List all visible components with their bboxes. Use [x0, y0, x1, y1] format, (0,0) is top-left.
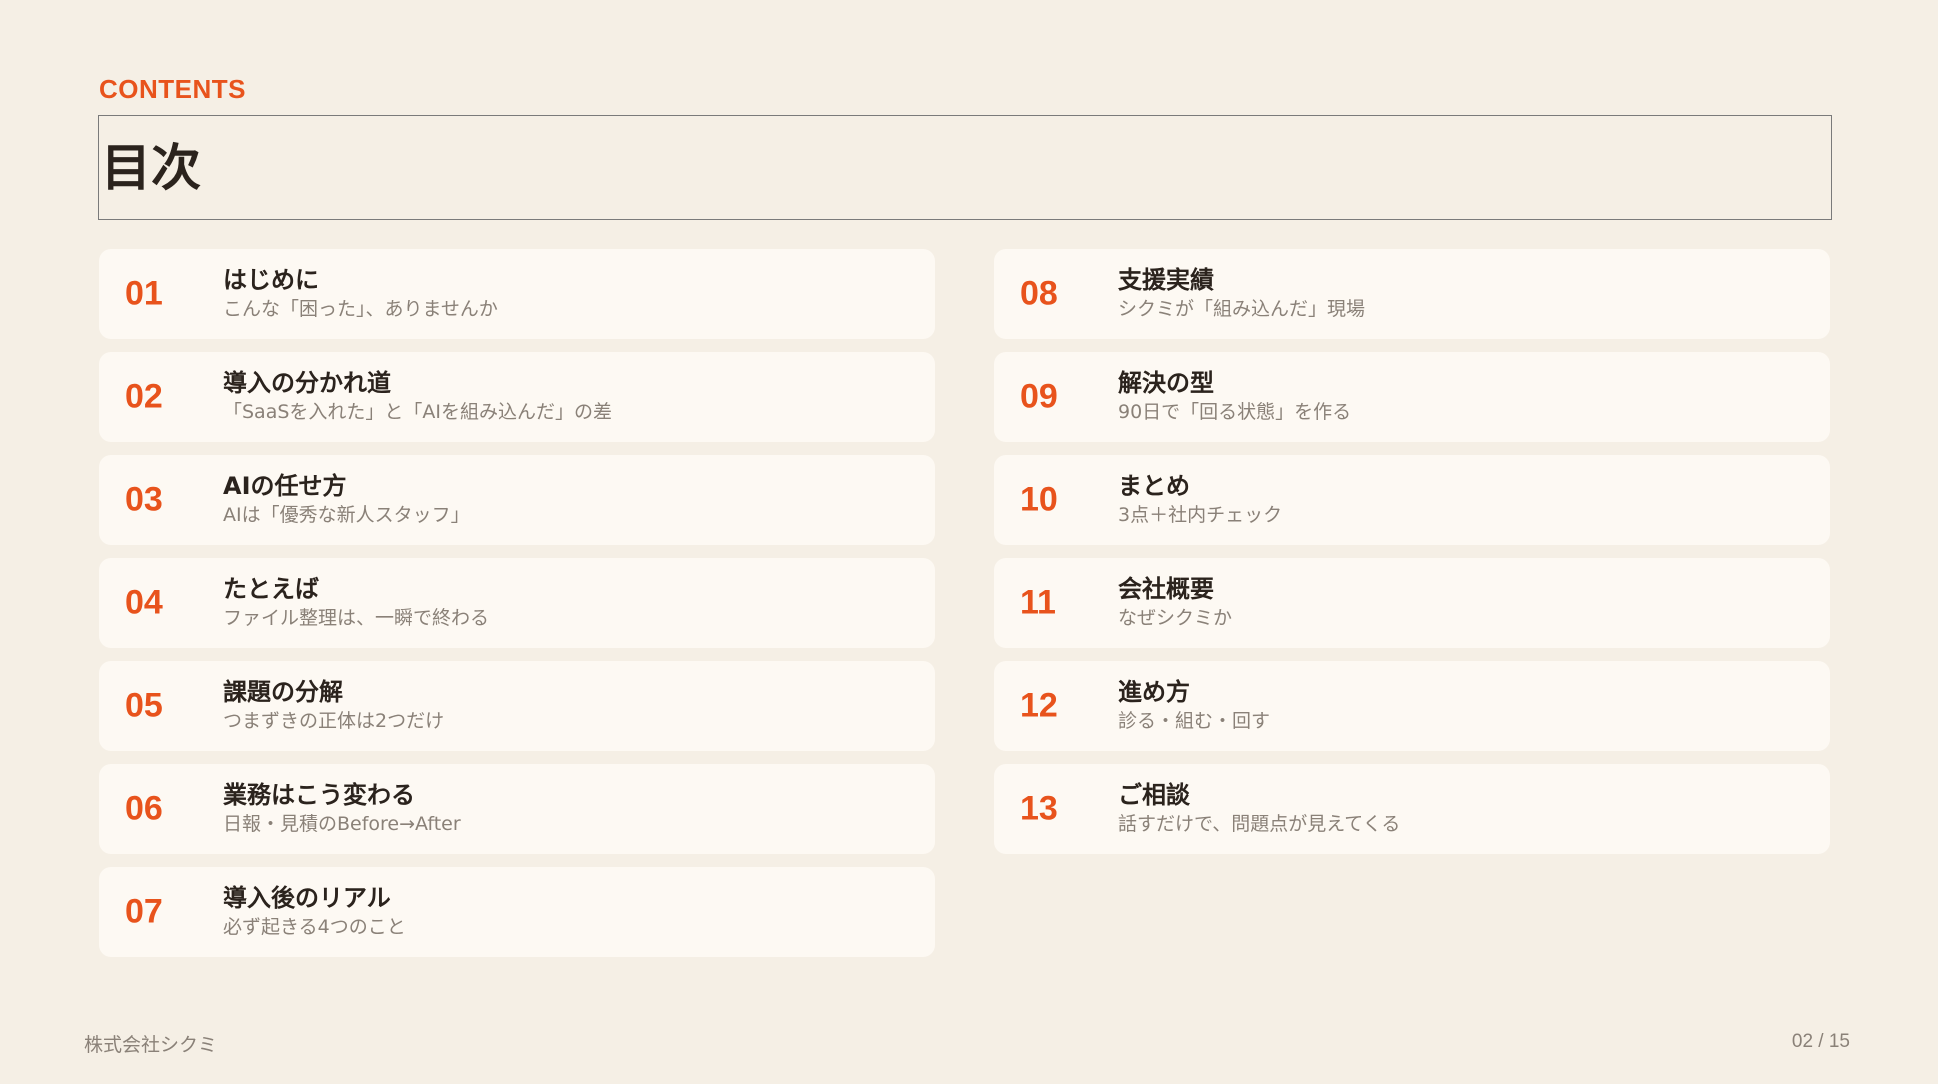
toc-item[interactable]: 04 たとえば ファイル整理は、一瞬で終わる	[99, 558, 935, 648]
toc-item-number: 01	[125, 274, 163, 313]
toc-item[interactable]: 09 解決の型 90日で「回る状態」を作る	[994, 352, 1830, 442]
toc-item-description: ファイル整理は、一瞬で終わる	[223, 607, 490, 629]
toc-item[interactable]: 03 AIの任せ方 AIは「優秀な新人スタッフ」	[99, 455, 935, 545]
toc-item-number: 04	[125, 583, 163, 622]
toc-item[interactable]: 02 導入の分かれ道 「SaaSを入れた」と「AIを組み込んだ」の差	[99, 352, 935, 442]
toc-item-title: 進め方	[1118, 678, 1190, 706]
toc-item-number: 06	[125, 789, 163, 828]
page-title: 目次	[101, 138, 201, 197]
toc-item-title: 導入の分かれ道	[223, 369, 391, 397]
toc-item-description: AIは「優秀な新人スタッフ」	[223, 504, 470, 526]
toc-item[interactable]: 06 業務はこう変わる 日報・見積のBefore→After	[99, 764, 935, 854]
toc-item-title: はじめに	[223, 266, 319, 294]
toc-item-description: 診る・組む・回す	[1118, 710, 1271, 732]
toc-item[interactable]: 13 ご相談 話すだけで、問題点が見えてくる	[994, 764, 1830, 854]
toc-item-number: 02	[125, 377, 163, 416]
toc-item-title: 会社概要	[1118, 575, 1214, 603]
toc-item-title: 業務はこう変わる	[223, 781, 415, 809]
toc-item-description: 90日で「回る状態」を作る	[1118, 401, 1352, 423]
toc-item-description: 3点＋社内チェック	[1118, 504, 1283, 526]
footer-company: 株式会社シクミ	[84, 1034, 218, 1056]
toc-item-number: 09	[1020, 377, 1058, 416]
toc-item-description: 「SaaSを入れた」と「AIを組み込んだ」の差	[223, 401, 613, 423]
toc-item[interactable]: 12 進め方 診る・組む・回す	[994, 661, 1830, 751]
toc-item-title: まとめ	[1118, 472, 1190, 500]
toc-item-title: 解決の型	[1118, 369, 1214, 397]
toc-item[interactable]: 11 会社概要 なぜシクミか	[994, 558, 1830, 648]
toc-item-number: 11	[1020, 583, 1056, 622]
toc-item-number: 03	[125, 480, 163, 519]
toc-item-description: シクミが「組み込んだ」現場	[1118, 298, 1366, 320]
toc-item-number: 10	[1020, 480, 1058, 519]
toc-column-left: 01 はじめに こんな「困った」、ありませんか 02 導入の分かれ道 「SaaS…	[99, 249, 935, 957]
title-box[interactable]: 目次	[98, 115, 1832, 220]
toc-item[interactable]: 08 支援実績 シクミが「組み込んだ」現場	[994, 249, 1830, 339]
toc-item-title: 支援実績	[1118, 266, 1214, 294]
toc-item-description: 日報・見積のBefore→After	[223, 813, 461, 835]
toc-item-number: 12	[1020, 686, 1058, 725]
toc-item-title: 課題の分解	[223, 678, 343, 706]
toc-item-title: ご相談	[1118, 781, 1190, 809]
toc-item-number: 05	[125, 686, 163, 725]
toc-item-number: 13	[1020, 789, 1058, 828]
toc-column-right: 08 支援実績 シクミが「組み込んだ」現場 09 解決の型 90日で「回る状態」…	[994, 249, 1830, 854]
toc-item[interactable]: 10 まとめ 3点＋社内チェック	[994, 455, 1830, 545]
toc-item-description: なぜシクミか	[1118, 607, 1233, 629]
toc-item-description: こんな「困った」、ありませんか	[223, 298, 498, 320]
toc-item-title: 導入後のリアル	[223, 884, 391, 912]
toc-item-description: 話すだけで、問題点が見えてくる	[1118, 813, 1401, 835]
toc-item-title: たとえば	[223, 575, 319, 603]
toc-item[interactable]: 01 はじめに こんな「困った」、ありませんか	[99, 249, 935, 339]
page-number: 02 / 15	[1791, 1031, 1850, 1052]
toc-item-number: 07	[125, 892, 163, 931]
toc-item-description: つまずきの正体は2つだけ	[223, 710, 445, 732]
section-kicker: CONTENTS	[99, 74, 246, 104]
toc-item[interactable]: 05 課題の分解 つまずきの正体は2つだけ	[99, 661, 935, 751]
toc-item-number: 08	[1020, 274, 1058, 313]
toc-item-description: 必ず起きる4つのこと	[223, 916, 406, 938]
toc-item-title: AIの任せ方	[223, 472, 347, 500]
toc-item[interactable]: 07 導入後のリアル 必ず起きる4つのこと	[99, 867, 935, 957]
